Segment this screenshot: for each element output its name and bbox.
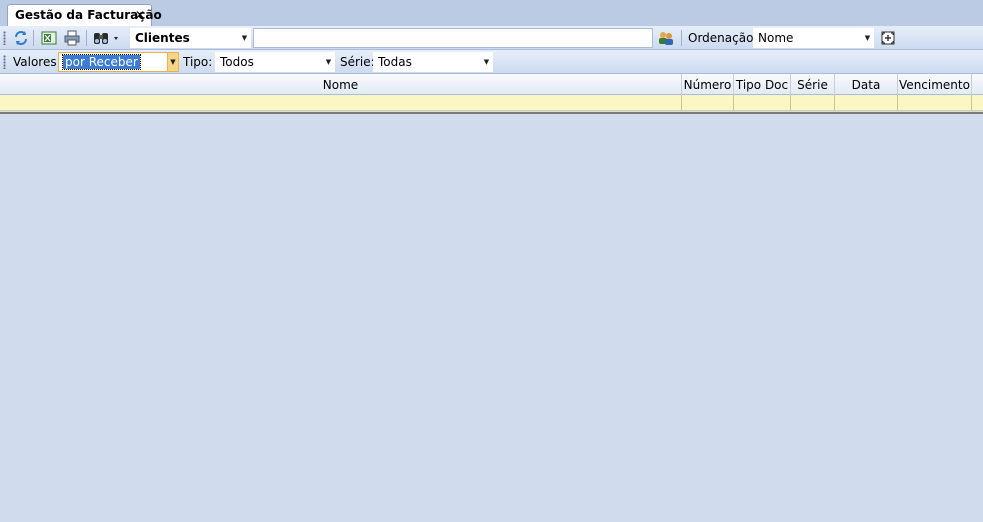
tipo-select-value: Todos	[220, 55, 254, 69]
valores-select-value: por Receber	[62, 54, 141, 70]
close-icon[interactable]: ✕	[135, 8, 145, 22]
chevron-down-icon[interactable]: ▼	[167, 53, 178, 71]
filter-cell-serie[interactable]	[791, 95, 835, 111]
entity-select-value: Clientes	[135, 31, 190, 45]
column-header-numero[interactable]: Número	[682, 74, 734, 95]
grid-filter-row[interactable]	[0, 95, 983, 111]
order-label: Ordenação:	[688, 31, 758, 45]
contacts-icon[interactable]	[657, 29, 675, 47]
valores-select[interactable]: por Receber ▼	[58, 52, 179, 72]
serie-select-value: Todas	[378, 55, 412, 69]
grid-divider	[0, 112, 983, 114]
binoculars-icon[interactable]	[92, 29, 122, 47]
serie-label: Série:	[340, 55, 375, 69]
tab-bar: Gestão da Facturação ✕	[0, 0, 983, 26]
column-header-vencimento[interactable]: Vencimento	[898, 74, 972, 95]
chevron-down-icon[interactable]: ▼	[239, 29, 250, 47]
chevron-down-icon[interactable]: ▼	[481, 53, 492, 71]
column-label: Número	[683, 78, 732, 92]
filter-cell-numero[interactable]	[682, 95, 734, 111]
toolbar-separator	[86, 30, 87, 46]
column-header-serie[interactable]: Série	[791, 74, 835, 95]
toolbar-separator	[33, 30, 34, 46]
refresh-icon[interactable]	[12, 29, 30, 47]
column-header-data[interactable]: Data	[835, 74, 898, 95]
toolbar-grip[interactable]	[3, 31, 6, 45]
filter-toolbar: Valores: por Receber ▼ Tipo: Todos ▼ Sér…	[0, 50, 983, 74]
print-icon[interactable]	[63, 29, 81, 47]
chevron-down-icon[interactable]: ▼	[323, 53, 334, 71]
column-label: Série	[797, 78, 828, 92]
tab-gestao-facturacao[interactable]: Gestão da Facturação ✕	[7, 4, 162, 26]
search-input[interactable]	[253, 28, 653, 48]
entity-select[interactable]: Clientes ▼	[130, 28, 251, 48]
serie-select[interactable]: Todas ▼	[373, 52, 493, 72]
order-select[interactable]: Nome ▼	[753, 28, 874, 48]
column-label: Nome	[322, 78, 359, 92]
valores-label: Valores:	[13, 55, 61, 69]
column-label: Tipo Doc	[735, 78, 789, 92]
tipo-label: Tipo:	[183, 55, 213, 69]
tipo-select[interactable]: Todos ▼	[215, 52, 335, 72]
columns-icon[interactable]	[879, 29, 897, 47]
excel-icon[interactable]	[40, 29, 58, 47]
filter-cell-data[interactable]	[835, 95, 898, 111]
chevron-down-icon[interactable]: ▼	[862, 29, 873, 47]
filter-cell-nome[interactable]	[0, 95, 682, 111]
column-label: Vencimento	[899, 78, 970, 92]
filter-cell-tipo-doc[interactable]	[734, 95, 791, 111]
filter-cell-vencimento[interactable]	[898, 95, 972, 111]
column-header-nome[interactable]: Nome	[0, 74, 682, 95]
order-select-value: Nome	[758, 31, 794, 45]
grid-header: Nome Número Tipo Doc Série Data Vencimen…	[0, 74, 983, 95]
column-header-tipo-doc[interactable]: Tipo Doc	[734, 74, 791, 95]
main-toolbar: Clientes ▼ Ordenação: Nome ▼	[0, 26, 983, 50]
toolbar-grip[interactable]	[3, 55, 6, 69]
toolbar-separator	[681, 30, 682, 46]
column-label: Data	[851, 78, 881, 92]
